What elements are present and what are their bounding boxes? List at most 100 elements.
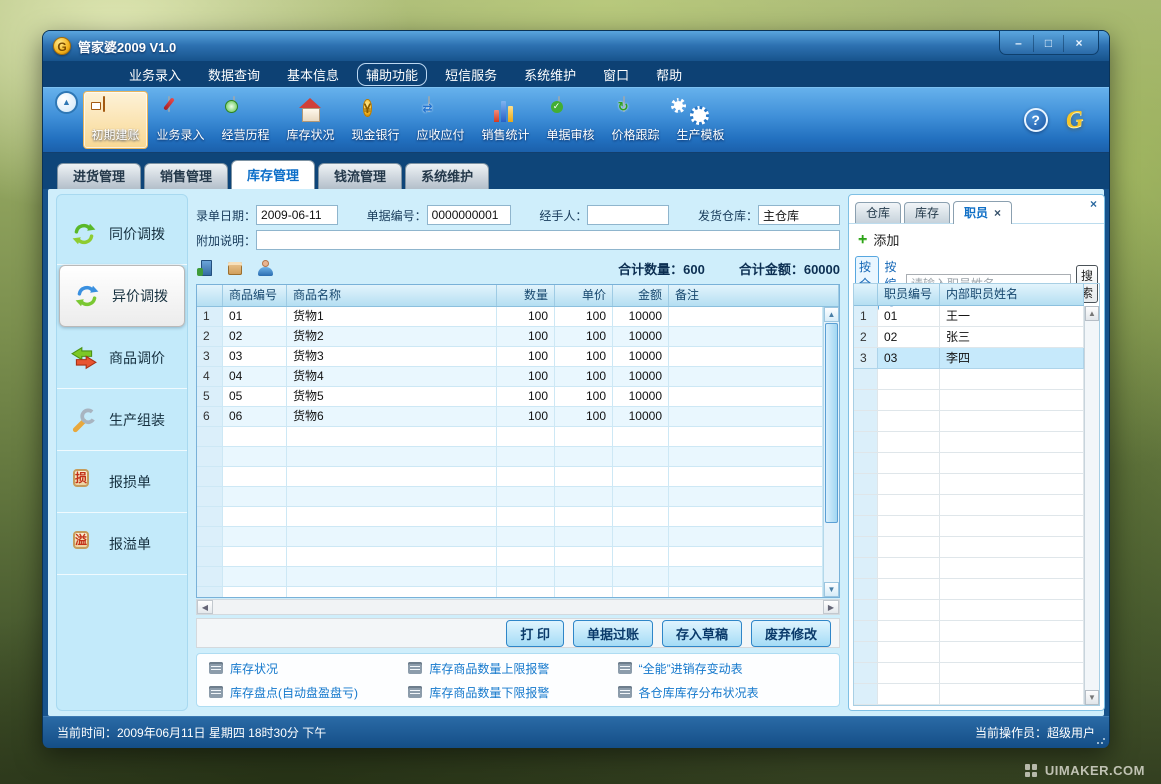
empty-row[interactable] <box>854 516 1084 537</box>
minimize-button[interactable]: – <box>1004 35 1034 52</box>
col-goods-name[interactable]: 商品名称 <box>287 285 497 306</box>
employee-row[interactable]: 1 01 王一 <box>854 306 1084 327</box>
report-link[interactable]: 库存状况 <box>230 660 278 677</box>
table-row[interactable]: 1 01 货物1 100 100 10000 <box>197 307 823 327</box>
empty-row[interactable] <box>197 527 823 547</box>
empty-row[interactable] <box>854 537 1084 558</box>
module-tab[interactable]: 系统维护 <box>405 163 489 189</box>
action-button[interactable]: 单据过账 <box>573 620 653 647</box>
tab-inventory[interactable]: 库存 <box>904 202 950 223</box>
empty-row[interactable] <box>197 587 823 597</box>
scroll-up-icon[interactable]: ▲ <box>1085 306 1099 321</box>
report-link[interactable]: “全能”进销存变动表 <box>639 660 743 677</box>
panel-close-icon[interactable]: × <box>1090 198 1097 210</box>
empty-row[interactable] <box>854 453 1084 474</box>
toolbar-button-payables[interactable]: 应收应付 <box>408 91 473 149</box>
empty-row[interactable] <box>197 447 823 467</box>
scroll-thumb[interactable] <box>825 323 838 523</box>
table-row[interactable]: 6 06 货物6 100 100 10000 <box>197 407 823 427</box>
warehouse-input[interactable] <box>758 205 840 225</box>
action-button[interactable]: 存入草稿 <box>662 620 742 647</box>
scroll-up-icon[interactable]: ▲ <box>824 307 839 322</box>
toolbar-button-inventory-status[interactable]: 库存状况 <box>278 91 343 149</box>
add-row[interactable]: + 添加 <box>858 230 1104 249</box>
report-link[interactable]: 各仓库库存分布状况表 <box>639 684 759 701</box>
empty-row[interactable] <box>854 600 1084 621</box>
toolbar-button-initial-setup[interactable]: 初期建账 <box>83 91 148 149</box>
sidebar-item-same-price-transfer[interactable]: 同价调拨 <box>57 203 187 265</box>
record-date-input[interactable] <box>256 205 338 225</box>
menu-item[interactable]: 辅助功能 <box>357 63 427 86</box>
empty-row[interactable] <box>854 432 1084 453</box>
empty-row[interactable] <box>854 369 1084 390</box>
scroll-down-icon[interactable]: ▼ <box>824 582 839 597</box>
scroll-right-icon[interactable]: ▶ <box>823 600 839 614</box>
report-link[interactable]: 库存商品数量上限报警 <box>429 660 549 677</box>
empty-row[interactable] <box>197 567 823 587</box>
table-row[interactable]: 4 04 货物4 100 100 10000 <box>197 367 823 387</box>
toolbar-button-business-entry[interactable]: 业务录入 <box>148 91 213 149</box>
help-button[interactable]: ? <box>1024 108 1048 132</box>
empty-row[interactable] <box>854 642 1084 663</box>
sidebar-item-assembly[interactable]: 生产组装 <box>57 389 187 451</box>
toolbar-button-sales-stats[interactable]: 销售统计 <box>473 91 538 149</box>
employee-row[interactable]: 3 03 李四 <box>854 348 1084 369</box>
tab-employee[interactable]: 职员 × <box>953 201 1012 224</box>
menu-item[interactable]: 业务录入 <box>129 65 181 84</box>
col-note[interactable]: 备注 <box>669 285 839 306</box>
empty-row[interactable] <box>197 467 823 487</box>
menu-item[interactable]: 帮助 <box>656 65 682 84</box>
doc-number-input[interactable] <box>427 205 511 225</box>
col-unit-price[interactable]: 单价 <box>555 285 613 306</box>
menu-item[interactable]: 数据查询 <box>208 65 260 84</box>
items-h-scrollbar[interactable]: ◀ ▶ <box>196 599 840 615</box>
table-row[interactable]: 3 03 货物3 100 100 10000 <box>197 347 823 367</box>
module-tab[interactable]: 钱流管理 <box>318 163 402 189</box>
module-tab[interactable]: 销售管理 <box>144 163 228 189</box>
note-input[interactable] <box>256 230 840 250</box>
goods-lookup-icon[interactable] <box>226 259 244 277</box>
sidebar-item-loss-report[interactable]: 损 报损单 <box>57 451 187 513</box>
menu-item[interactable]: 基本信息 <box>287 65 339 84</box>
toolbar-button-price-tracking[interactable]: 价格跟踪 <box>603 91 668 149</box>
action-button[interactable]: 废弃修改 <box>751 620 831 647</box>
empty-row[interactable] <box>854 684 1084 705</box>
module-tab[interactable]: 库存管理 <box>231 160 315 189</box>
employee-lookup-icon[interactable] <box>256 259 274 277</box>
toolbar-button-production-template[interactable]: 生产模板 <box>668 91 733 149</box>
menu-item[interactable]: 系统维护 <box>524 65 576 84</box>
empty-row[interactable] <box>197 547 823 567</box>
maximize-button[interactable]: □ <box>1034 35 1064 52</box>
scroll-left-icon[interactable]: ◀ <box>197 600 213 614</box>
report-link[interactable]: 库存盘点(自动盘盈盘亏) <box>230 684 358 701</box>
items-v-scrollbar[interactable]: ▲ ▼ <box>823 307 839 597</box>
warehouse-lookup-icon[interactable] <box>196 259 214 277</box>
report-link[interactable]: 库存商品数量下限报警 <box>429 684 549 701</box>
table-row[interactable]: 2 02 货物2 100 100 10000 <box>197 327 823 347</box>
empty-row[interactable] <box>854 474 1084 495</box>
action-button[interactable]: 打 印 <box>506 620 564 647</box>
module-tab[interactable]: 进货管理 <box>57 163 141 189</box>
table-row[interactable]: 5 05 货物5 100 100 10000 <box>197 387 823 407</box>
handler-input[interactable] <box>587 205 669 225</box>
empty-row[interactable] <box>854 411 1084 432</box>
menu-item[interactable]: 窗口 <box>603 65 629 84</box>
col-employee-code[interactable]: 职员编号 <box>878 284 940 305</box>
empty-row[interactable] <box>854 390 1084 411</box>
toolbar-button-cash-bank[interactable]: ¥ 现金银行 <box>343 91 408 149</box>
col-employee-name[interactable]: 内部职员姓名 <box>940 284 1084 305</box>
tab-close-icon[interactable]: × <box>994 202 1001 225</box>
empty-row[interactable] <box>854 495 1084 516</box>
col-amount[interactable]: 金额 <box>613 285 669 306</box>
resize-grip[interactable] <box>1096 735 1106 745</box>
col-goods-code[interactable]: 商品编号 <box>223 285 287 306</box>
sidebar-item-overflow-report[interactable]: 溢 报溢单 <box>57 513 187 575</box>
employee-row[interactable]: 2 02 张三 <box>854 327 1084 348</box>
empty-row[interactable] <box>854 558 1084 579</box>
col-quantity[interactable]: 数量 <box>497 285 555 306</box>
sidebar-item-diff-price-transfer[interactable]: 异价调拨 <box>59 265 185 327</box>
empty-row[interactable] <box>197 487 823 507</box>
employee-v-scrollbar[interactable]: ▲ ▼ <box>1084 306 1099 705</box>
empty-row[interactable] <box>197 507 823 527</box>
empty-row[interactable] <box>854 663 1084 684</box>
